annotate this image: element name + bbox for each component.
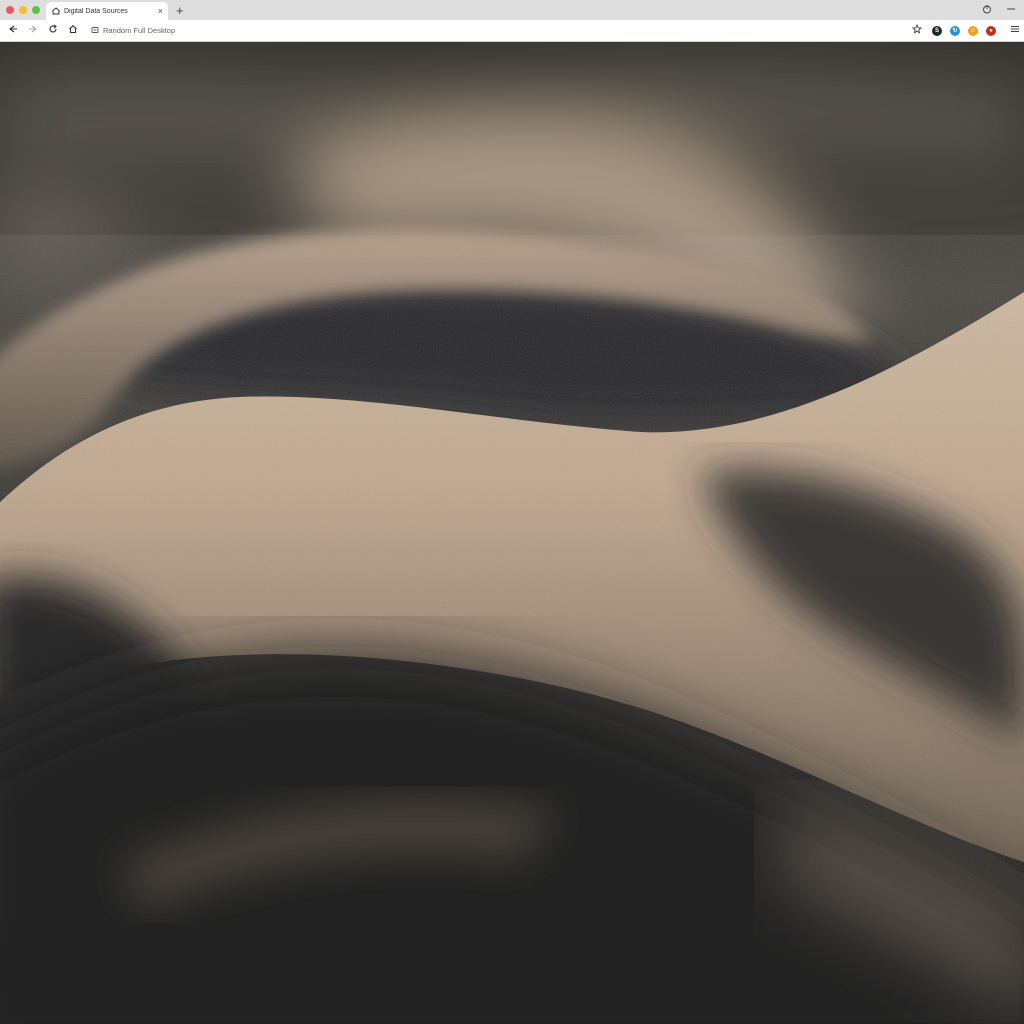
tab-close-icon[interactable]: × bbox=[158, 6, 163, 16]
ext-red-icon[interactable]: ● bbox=[986, 25, 996, 36]
address-bar[interactable]: Random Full Desktop bbox=[87, 22, 904, 39]
ext-dark-icon[interactable]: S bbox=[932, 25, 942, 36]
forward-button[interactable] bbox=[23, 24, 43, 37]
reload-button[interactable] bbox=[43, 24, 63, 37]
url-text[interactable]: Random Full Desktop bbox=[103, 26, 175, 35]
tab-title: Digital Data Sources bbox=[64, 7, 128, 15]
new-tab-button[interactable]: + bbox=[176, 4, 184, 17]
tab-strip-right bbox=[982, 4, 1016, 17]
minimize-window-button[interactable] bbox=[19, 6, 27, 14]
hamburger-menu-icon[interactable] bbox=[1010, 24, 1020, 37]
minimize-icon[interactable] bbox=[1006, 4, 1016, 17]
star-icon[interactable] bbox=[911, 23, 923, 37]
maximize-window-button[interactable] bbox=[32, 6, 40, 14]
power-icon[interactable] bbox=[982, 4, 992, 17]
extensions-area: S ↻ ☺ ● bbox=[932, 25, 996, 36]
ext-blue-icon[interactable]: ↻ bbox=[950, 25, 960, 36]
browser-window: Digital Data Sources × + Random Full Des… bbox=[0, 0, 1024, 1024]
tab-strip: Digital Data Sources × + bbox=[0, 0, 1024, 20]
sand-dune-photo bbox=[0, 42, 1024, 1024]
ext-orange-icon[interactable]: ☺ bbox=[968, 25, 978, 36]
page-content bbox=[0, 42, 1024, 1024]
site-info-icon[interactable] bbox=[91, 26, 99, 36]
close-window-button[interactable] bbox=[6, 6, 14, 14]
tab-favicon-icon bbox=[52, 7, 60, 15]
back-button[interactable] bbox=[3, 24, 23, 37]
navigation-toolbar: Random Full Desktop S ↻ ☺ ● bbox=[0, 20, 1024, 42]
window-controls bbox=[6, 6, 40, 14]
active-tab[interactable]: Digital Data Sources × bbox=[46, 2, 168, 20]
home-button[interactable] bbox=[63, 24, 83, 37]
